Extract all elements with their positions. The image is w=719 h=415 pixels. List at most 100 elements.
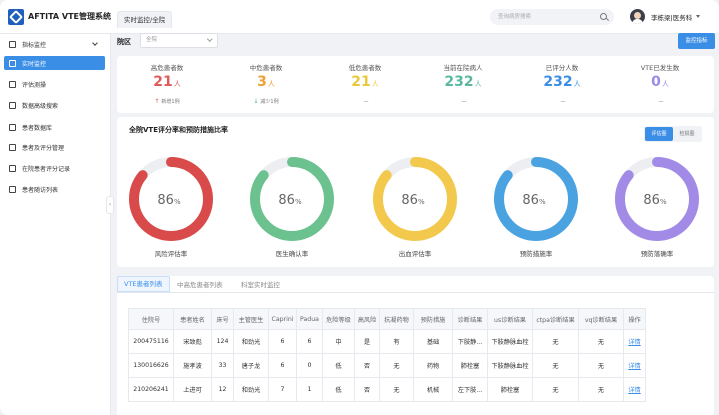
gauge-value: 86% <box>401 193 425 208</box>
trend-arrow-icon: ↑ <box>154 98 160 105</box>
app-title: AFTITA VTE管理系统 <box>28 12 112 21</box>
sidebar-item-patient-db[interactable]: 患者数据库 <box>4 120 105 134</box>
column-header[interactable]: 危险等级 <box>322 308 355 330</box>
filter-bar: 院区 全院 监控指标 <box>111 29 719 53</box>
monitor-indicator-button[interactable]: 监控指标 <box>678 33 715 49</box>
gauge-label: 医生确认率 <box>275 250 309 258</box>
chart-panel: 全院VTE评分率和预防措施比率 评估图 检损图 86% 风险评估率 86% 医生确认率… <box>117 117 714 267</box>
gauge-value: 86% <box>522 193 546 208</box>
table-cell: 6 <box>296 329 323 354</box>
table-row[interactable]: 200475116 宋致彪 124 和劲光 6 6 中是有基础 下肢静... 下肢静脉血栓无无详… <box>128 329 646 354</box>
sidebar-item-label: 评估测操 <box>22 81 47 89</box>
table-cell: 无 <box>578 377 624 402</box>
stat-label: 中危患者数 <box>249 64 283 72</box>
campus-select[interactable]: 全院 <box>140 33 218 48</box>
table-cell: 无 <box>578 353 624 378</box>
stat-change: ↑ 新增1例 <box>154 98 180 105</box>
sidebar-item-label: 数据高级搜索 <box>22 102 59 110</box>
column-header[interactable]: 主管医生 <box>233 308 269 330</box>
table-header-row: 住院号 患者姓名 床号 主管医生 Caprini Padua 危险等级 高风险 抗凝药物 预防措施… <box>128 308 646 330</box>
table-cell: 药物 <box>413 353 453 378</box>
table-cell: 1 <box>296 377 323 402</box>
sidebar-item-assess[interactable]: 评估测操 <box>4 77 105 91</box>
table-cell: 无 <box>532 329 579 354</box>
tab-high-risk-list[interactable]: 中高危患者列表 <box>177 278 223 292</box>
stat-change: — <box>560 99 566 105</box>
tab-realtime-monitor[interactable]: 实时监控/全院 <box>117 11 173 28</box>
sidebar-item-score-manage[interactable]: 患者及评分管理 <box>4 140 105 154</box>
sidebar-item-label: 指标监控 <box>22 41 47 49</box>
stat-label: 已评分人数 <box>545 64 579 72</box>
column-header[interactable]: 操作 <box>623 308 646 330</box>
gauge-value: 86% <box>157 193 181 208</box>
monitor-icon <box>9 40 16 48</box>
sidebar-item-label: 实时监控 <box>22 60 47 68</box>
table-row[interactable]: 130016626 施孝波 33 唐子龙 6 0 低否无药物 肺栓塞 下肢静脉血栓无无详情 <box>128 353 646 378</box>
table-cell: 7 <box>268 377 297 402</box>
sidebar-collapse-handle[interactable]: ‹ <box>106 196 114 214</box>
user-name[interactable]: 李栋梁|医务科 <box>651 12 692 22</box>
stat-label: 当前在院病人 <box>443 64 483 72</box>
table-cell: 机械 <box>413 377 453 402</box>
table-cell: 210206241 <box>128 377 174 402</box>
column-header[interactable]: Caprini <box>268 308 297 330</box>
table-cell: 下肢静脉血栓 <box>487 329 533 354</box>
column-header[interactable]: ctpa诊断结果 <box>532 308 579 330</box>
sidebar-item-label: 在院患者评分记录 <box>22 165 71 173</box>
table-cell: 左下肢... <box>452 377 488 402</box>
sidebar-item-followup[interactable]: 患者随访列表 <box>4 182 105 196</box>
search-data-icon <box>9 101 16 109</box>
table-cell: 是 <box>354 329 380 354</box>
column-header[interactable]: 预防措施 <box>413 308 453 330</box>
stat-change: — <box>658 99 664 105</box>
gauge-label: 风险评估率 <box>154 250 188 258</box>
column-header[interactable]: 患者姓名 <box>173 308 212 330</box>
search-icon[interactable] <box>600 13 607 20</box>
sidebar-item-advanced-search[interactable]: 数据高级搜索 <box>4 98 105 112</box>
table-cell: 肺栓塞 <box>452 353 488 378</box>
chart-toggle[interactable]: 评估图 检损图 <box>644 126 702 142</box>
gauge-label: 预防落确率 <box>640 250 674 258</box>
column-header[interactable]: us诊断结果 <box>487 308 533 330</box>
sidebar-item-indicator-monitor[interactable]: 指标监控 <box>4 37 105 51</box>
table-cell: 无 <box>578 329 624 354</box>
stat-value: 21人 <box>351 74 379 90</box>
assess-icon <box>9 80 16 88</box>
sidebar-item-label: 患者数据库 <box>22 124 53 132</box>
detail-link[interactable]: 详情 <box>623 353 646 378</box>
toggle-assess-chart[interactable]: 评估图 <box>645 127 673 141</box>
toggle-damage-chart[interactable]: 检损图 <box>673 127 701 141</box>
table-cell: 肺栓塞 <box>487 377 533 402</box>
stat-change: ↓ 减少1例 <box>253 98 279 105</box>
column-header[interactable]: 高风险 <box>354 308 380 330</box>
sidebar-item-label: 患者及评分管理 <box>22 144 65 152</box>
stat-value: 3人 <box>257 74 275 90</box>
search-box[interactable] <box>490 9 614 25</box>
chevron-down-icon[interactable] <box>696 15 700 18</box>
search-input[interactable] <box>498 12 594 22</box>
tab-dept-monitor[interactable]: 科室实时监控 <box>241 278 280 292</box>
app-window: AFTITA VTE管理系统 实时监控/全院 李栋梁|医务科 指标监控 实时监控… <box>0 0 719 415</box>
sidebar-item-realtime[interactable]: 实时监控 <box>4 56 105 70</box>
detail-link[interactable]: 详情 <box>623 329 646 354</box>
detail-link[interactable]: 详情 <box>623 377 646 402</box>
sidebar-item-score-record[interactable]: 在院患者评分记录 <box>4 161 105 175</box>
table-cell: 施孝波 <box>173 353 212 378</box>
tab-vte-patient-list[interactable]: VTE患者列表 <box>117 276 170 292</box>
table-cell: 否 <box>354 377 380 402</box>
stat-label: VTE已发生数 <box>640 64 680 72</box>
column-header[interactable]: Padua <box>296 308 323 330</box>
column-header[interactable]: 住院号 <box>128 308 174 330</box>
column-header[interactable]: 抗凝药物 <box>379 308 414 330</box>
table-cell: 有 <box>379 329 414 354</box>
column-header[interactable]: vq诊断结果 <box>578 308 624 330</box>
table-cell: 无 <box>532 377 579 402</box>
table-row[interactable]: 210206241 上进可 12 和劲光 7 1 低否无机械 左下肢... 肺栓塞无无详情 <box>128 377 646 402</box>
followup-icon <box>9 185 16 193</box>
column-header[interactable]: 床号 <box>211 308 234 330</box>
table-cell: 宋致彪 <box>173 329 212 354</box>
table-cell: 和劲光 <box>233 329 269 354</box>
column-header[interactable]: 诊断结果 <box>452 308 488 330</box>
avatar[interactable] <box>630 9 645 24</box>
table-cell: 0 <box>296 353 323 378</box>
